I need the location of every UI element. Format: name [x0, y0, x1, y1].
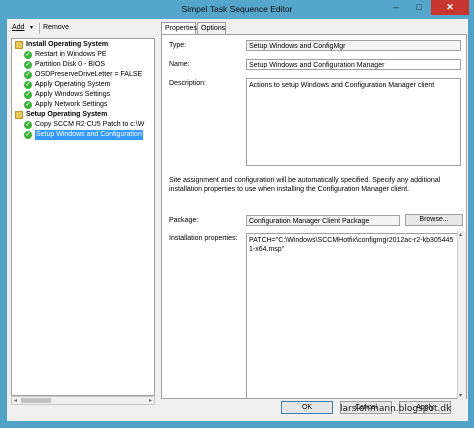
check-icon: ✓: [24, 121, 32, 129]
package-field: Configuration Manager Client Package: [246, 215, 400, 226]
tree-item-label: Install Operating System: [26, 41, 109, 48]
name-field[interactable]: Setup Windows and Configuration Manager: [246, 59, 461, 70]
info-text: Site assignment and configuration will b…: [169, 177, 441, 193]
type-field: Setup Windows and ConfigMgr: [246, 40, 461, 51]
minimize-button[interactable]: ‒: [385, 0, 407, 15]
watermark: larslohmann.blogspot.dk: [340, 404, 452, 414]
remove-button[interactable]: Remove: [43, 24, 69, 31]
description-field[interactable]: Actions to setup Windows and Configurati…: [246, 78, 461, 166]
check-icon: ✓: [24, 131, 32, 139]
tree-item-label: Setup Windows and Configuration: [35, 130, 143, 140]
toolbar-divider: [39, 23, 40, 34]
client-area: Add ▾ Remove Install Operating System ✓ …: [7, 19, 468, 421]
check-icon: ✓: [24, 71, 32, 79]
scroll-thumb[interactable]: [21, 398, 51, 403]
close-button[interactable]: ✕: [431, 0, 469, 15]
task-sequence-pane: Add ▾ Remove Install Operating System ✓ …: [7, 19, 156, 421]
chevron-down-icon[interactable]: ▾: [30, 24, 33, 31]
check-icon: ✓: [24, 101, 32, 109]
toolbar: Add ▾ Remove: [7, 19, 156, 37]
browse-button[interactable]: Browse...: [405, 214, 463, 226]
tree-item-label: OSDPreserveDriveLetter = FALSE: [35, 71, 143, 78]
scroll-right-icon[interactable]: ▸: [149, 397, 152, 404]
package-label: Package:: [169, 217, 199, 224]
scroll-up-icon[interactable]: ▴: [459, 231, 462, 238]
app-window: Simpel Task Sequence Editor ‒ □ ✕ Add ▾ …: [0, 0, 474, 428]
scroll-left-icon[interactable]: ◂: [14, 397, 17, 404]
check-icon: ✓: [24, 81, 32, 89]
installation-properties-field[interactable]: PATCH="C:\Windows\SCCMHotfix\configmgr20…: [246, 233, 457, 399]
tree-item-label: Apply Network Settings: [35, 101, 108, 108]
folder-icon: [15, 41, 23, 49]
check-icon: ✓: [24, 61, 32, 69]
name-label: Name:: [169, 61, 190, 68]
ok-button[interactable]: OK: [281, 401, 333, 414]
tree-item-label: Setup Operating System: [26, 111, 108, 118]
tree-item-label: Apply Windows Settings: [35, 91, 111, 98]
tree-item-label: Apply Operating System: [35, 81, 111, 88]
folder-icon: [15, 111, 23, 119]
maximize-button[interactable]: □: [408, 0, 430, 15]
scroll-down-icon[interactable]: ▾: [459, 392, 462, 399]
description-label: Description:: [169, 80, 206, 87]
check-icon: ✓: [24, 51, 32, 59]
task-sequence-tree[interactable]: Install Operating System ✓ Restart in Wi…: [11, 38, 155, 396]
check-icon: ✓: [24, 91, 32, 99]
installation-properties-label: Installation properties:: [169, 235, 238, 242]
tree-item-label: Restart in Windows PE: [35, 51, 107, 58]
properties-panel: Type: Setup Windows and ConfigMgr Name: …: [161, 34, 467, 399]
type-label: Type:: [169, 42, 187, 49]
add-menu-button[interactable]: Add: [12, 24, 24, 31]
tree-item-label: Partition Disk 0 - BIOS: [35, 61, 106, 68]
title-bar[interactable]: Simpel Task Sequence Editor ‒ □ ✕: [0, 0, 474, 19]
tree-horizontal-scrollbar[interactable]: ◂ ▸: [11, 396, 155, 405]
tree-item-label: Copy SCCM R2 CU5 Patch to c:\W: [35, 121, 145, 128]
installation-properties-scrollbar[interactable]: ▴ ▾: [457, 231, 466, 399]
